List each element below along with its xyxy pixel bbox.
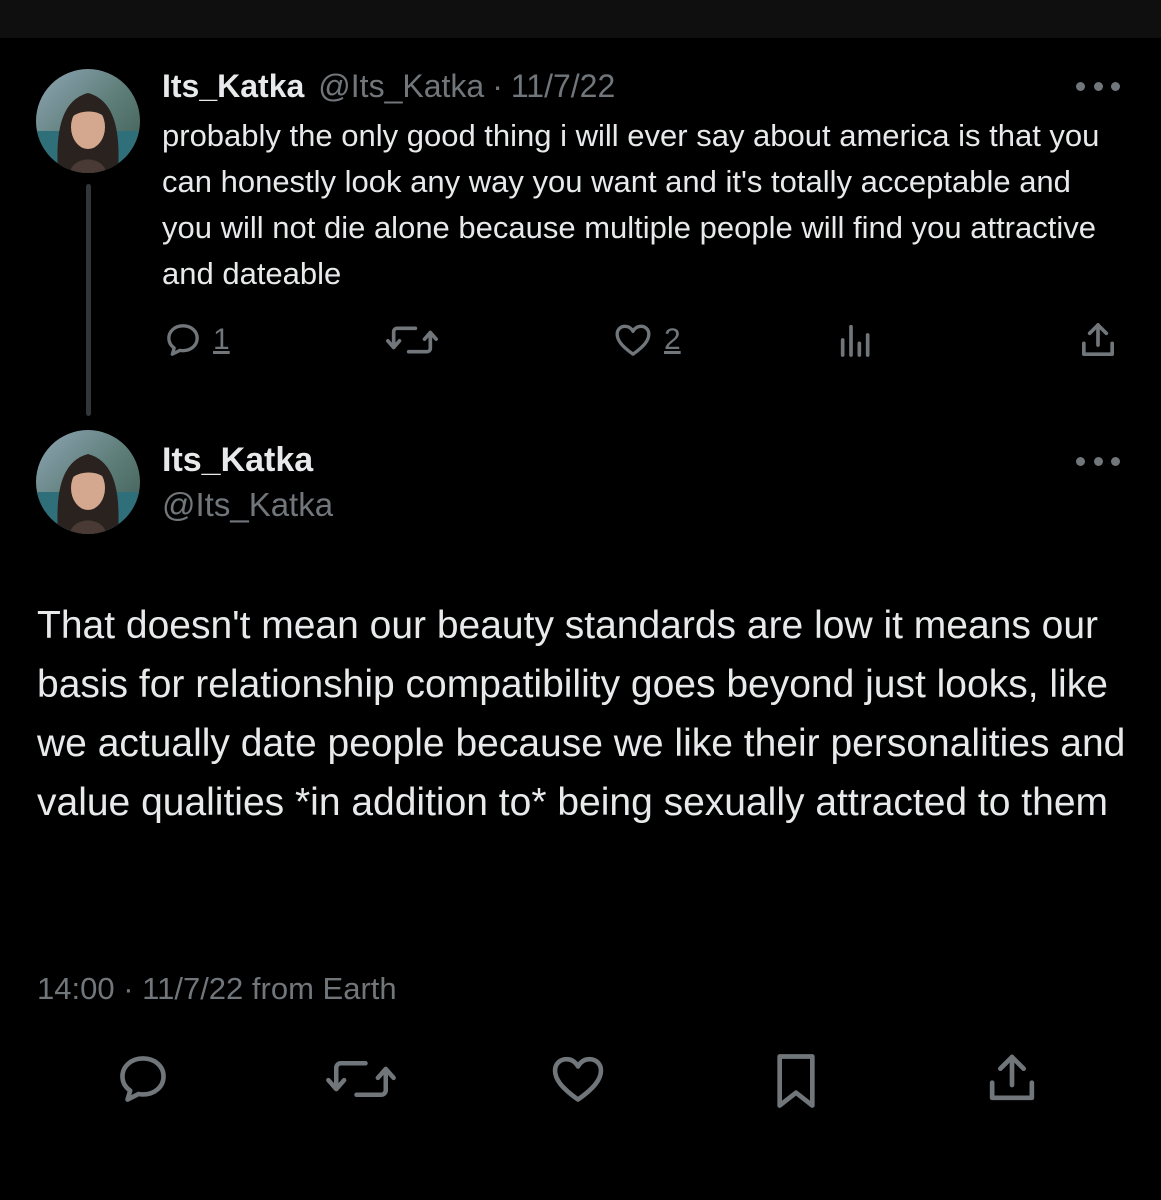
parent-separator: · bbox=[492, 67, 503, 104]
main-display-name[interactable]: Its_Katka bbox=[162, 438, 313, 482]
main-tweet-avatar[interactable] bbox=[36, 430, 140, 534]
parent-tweet-header: Its_Katka @Its_Katka · 11/7/22 bbox=[162, 64, 615, 108]
retweet-icon bbox=[386, 326, 438, 354]
reply-bubble-icon bbox=[120, 1056, 166, 1102]
tweet-time[interactable]: 14:00 bbox=[37, 971, 115, 1006]
parent-tweet-text: probably the only good thing i will ever… bbox=[162, 118, 1100, 291]
avatar-image bbox=[36, 430, 140, 534]
parent-tweet-avatar[interactable] bbox=[36, 69, 140, 173]
parent-date[interactable]: 11/7/22 bbox=[511, 68, 615, 105]
bookmark-button[interactable] bbox=[768, 1050, 824, 1117]
like-button[interactable] bbox=[548, 1050, 608, 1113]
reply-button[interactable] bbox=[114, 1050, 172, 1113]
parent-like-button[interactable]: 2 bbox=[612, 318, 681, 362]
parent-reply-count: 1 bbox=[213, 323, 230, 356]
analytics-bars-icon bbox=[840, 324, 870, 357]
parent-display-name[interactable]: Its_Katka bbox=[162, 68, 304, 105]
main-more-icon[interactable] bbox=[1076, 451, 1120, 471]
bookmark-icon bbox=[777, 1054, 815, 1108]
tweet-source: from Earth bbox=[251, 971, 397, 1006]
parent-retweet-button[interactable] bbox=[386, 318, 438, 362]
tweet-timestamp-line: 14:00 · 11/7/22 from Earth bbox=[37, 967, 397, 1011]
heart-icon bbox=[552, 1056, 604, 1102]
parent-handle[interactable]: @Its_Katka bbox=[318, 68, 484, 105]
main-tweet-text: That doesn't mean our beauty standards a… bbox=[37, 604, 1126, 824]
parent-share-button[interactable] bbox=[1078, 318, 1118, 362]
parent-like-count: 2 bbox=[664, 323, 681, 356]
top-bar bbox=[0, 0, 1161, 38]
share-upload-icon bbox=[989, 1054, 1035, 1101]
avatar-image bbox=[36, 69, 140, 173]
share-upload-icon bbox=[1082, 323, 1114, 356]
parent-more-icon[interactable] bbox=[1076, 76, 1120, 96]
tweet-date[interactable]: 11/7/22 bbox=[142, 971, 243, 1006]
reply-bubble-icon bbox=[167, 324, 199, 356]
thread-connector-line bbox=[86, 184, 91, 416]
share-button[interactable] bbox=[984, 1048, 1040, 1113]
main-handle[interactable]: @Its_Katka bbox=[162, 483, 333, 527]
retweet-icon bbox=[326, 1061, 396, 1097]
heart-icon bbox=[615, 324, 651, 356]
retweet-button[interactable] bbox=[326, 1052, 396, 1111]
parent-views-button[interactable] bbox=[836, 320, 876, 360]
meta-separator: · bbox=[123, 971, 134, 1006]
parent-reply-button[interactable]: 1 bbox=[163, 318, 230, 362]
